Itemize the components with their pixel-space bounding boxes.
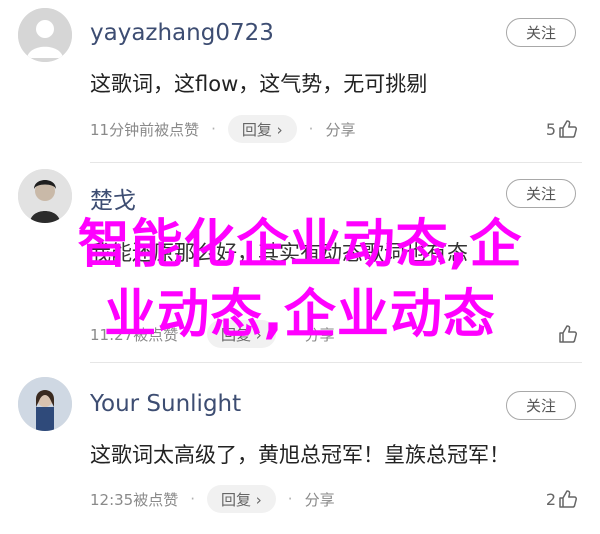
- comment-meta: 12:35被点赞 · 回复 › · 分享: [90, 484, 335, 514]
- like-button[interactable]: 5: [546, 114, 578, 144]
- follow-button[interactable]: 关注: [506, 18, 576, 47]
- overlay-line-1: 智能化企业动态,企: [77, 215, 523, 275]
- thumbs-up-icon: [559, 120, 578, 138]
- comment-meta: 11分钟前被点赞 · 回复 › · 分享: [90, 114, 355, 144]
- username[interactable]: yayazhang0723: [90, 20, 274, 46]
- avatar[interactable]: [18, 8, 72, 62]
- separator-dot: ·: [190, 490, 196, 508]
- overlay-title: 智能化企业动态,企 业动态,企业动态: [0, 210, 600, 350]
- reply-button[interactable]: 回复 ›: [227, 115, 297, 143]
- comment-item: yayazhang0723 关注 这歌词，这flow，这气势，无可挑剔 11分钟…: [0, 0, 600, 163]
- avatar[interactable]: [18, 377, 72, 431]
- separator-dot: ·: [211, 120, 216, 138]
- like-button[interactable]: 2: [546, 484, 578, 514]
- reply-button[interactable]: 回复 ›: [207, 485, 276, 513]
- like-count: 2: [545, 489, 556, 509]
- share-button[interactable]: 分享: [305, 489, 335, 510]
- share-button[interactable]: 分享: [325, 119, 355, 140]
- overlay-line-2: 业动态,企业动态: [104, 285, 496, 345]
- separator-dot: ·: [287, 490, 293, 508]
- comment-text: 这歌词，这flow，这气势，无可挑剔: [90, 72, 428, 96]
- username[interactable]: Your Sunlight: [90, 391, 241, 417]
- thumbs-up-icon: [559, 490, 578, 508]
- comment-time: 12:35被点赞: [90, 490, 179, 509]
- follow-button[interactable]: 关注: [506, 179, 576, 208]
- comment-time: 11分钟前被点赞: [90, 120, 200, 139]
- comment-item: Your Sunlight 关注 这歌词太高级了，黄旭总冠军！皇族总冠军！ 12…: [0, 363, 600, 534]
- comment-text: 这歌词太高级了，黄旭总冠军！皇族总冠军！: [90, 443, 510, 467]
- follow-button[interactable]: 关注: [506, 391, 576, 420]
- like-count: 5: [545, 119, 556, 139]
- separator-dot: ·: [308, 120, 314, 138]
